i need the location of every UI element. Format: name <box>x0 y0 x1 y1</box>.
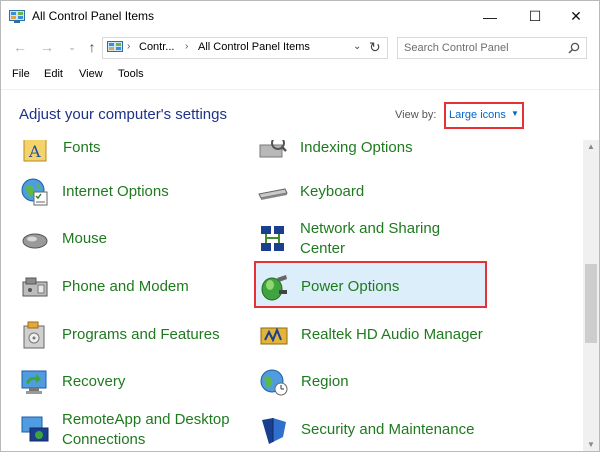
menu-file[interactable]: File <box>12 68 30 80</box>
view-by-label: View by: <box>395 109 437 121</box>
item-label[interactable]: Keyboard <box>300 182 364 202</box>
breadcrumb-separator[interactable]: › <box>127 41 130 52</box>
recent-locations-button[interactable]: ⌄ <box>63 38 81 56</box>
item-label[interactable]: Mouse <box>62 229 107 249</box>
breadcrumb-separator[interactable]: › <box>185 41 188 52</box>
window-title: All Control Panel Items <box>32 9 155 23</box>
breadcrumb-all-items[interactable]: All Control Panel Items <box>198 41 310 53</box>
back-button[interactable]: ← <box>11 38 29 56</box>
item-label[interactable]: Phone and Modem <box>62 277 189 297</box>
remoteapp-icon <box>21 416 49 442</box>
maximize-button[interactable]: ☐ <box>512 1 558 32</box>
search-box[interactable] <box>397 37 587 59</box>
scroll-up-arrow-icon[interactable]: ▲ <box>587 142 595 151</box>
address-dropdown-icon[interactable]: ⌄ <box>353 41 361 52</box>
network-icon <box>261 226 284 251</box>
item-label[interactable]: Region <box>301 372 349 392</box>
chevron-down-icon[interactable]: ▼ <box>511 109 519 118</box>
recovery-icon <box>21 370 47 394</box>
mouse-icon <box>22 233 48 249</box>
keyboard-icon <box>258 188 288 200</box>
item-label[interactable]: Recovery <box>62 372 125 392</box>
page-title: Adjust your computer's settings <box>19 106 227 123</box>
control-panel-icon <box>9 10 25 23</box>
indexing-icon <box>259 140 287 158</box>
menu-tools[interactable]: Tools <box>118 68 144 80</box>
item-label[interactable]: Power Options <box>301 277 399 297</box>
item-label[interactable]: Security and Maintenance <box>301 420 474 440</box>
phone-modem-icon <box>22 277 48 297</box>
breadcrumb-control-panel[interactable]: Contr... <box>139 41 174 53</box>
scroll-thumb[interactable] <box>585 264 597 343</box>
forward-button[interactable]: → <box>38 38 56 56</box>
view-by-dropdown[interactable]: Large icons ▼ <box>444 102 524 129</box>
region-icon <box>260 369 288 396</box>
search-input[interactable] <box>404 41 554 55</box>
item-label[interactable]: Programs and Features <box>62 325 220 345</box>
up-button[interactable]: ↑ <box>83 38 101 56</box>
item-label[interactable]: Realtek HD Audio Manager <box>301 325 483 345</box>
fonts-icon: A <box>23 140 47 162</box>
item-label[interactable]: Network and Sharing Center <box>300 219 470 259</box>
item-label[interactable]: Internet Options <box>62 182 169 202</box>
search-icon[interactable] <box>568 42 580 54</box>
security-icon <box>262 418 286 444</box>
minimize-button[interactable]: — <box>467 1 513 32</box>
view-by-value[interactable]: Large icons <box>449 109 506 121</box>
item-label[interactable]: Fonts <box>63 140 101 158</box>
item-label[interactable]: RemoteApp and Desktop Connections <box>62 410 232 450</box>
audio-icon <box>260 327 288 345</box>
power-options-icon <box>261 275 287 301</box>
address-bar[interactable]: › Contr... › All Control Panel Items ⌄ ↻ <box>102 37 388 59</box>
control-panel-items: A Fonts Indexing Options Internet Option <box>1 140 583 451</box>
close-button[interactable]: ✕ <box>553 1 599 32</box>
control-panel-icon <box>107 41 123 52</box>
internet-options-icon <box>21 178 48 206</box>
title-bar: All Control Panel Items — ☐ ✕ <box>1 1 599 32</box>
control-panel-window: All Control Panel Items — ☐ ✕ ← → ⌄ ↑ › … <box>0 0 600 452</box>
svg-text:A: A <box>28 142 41 161</box>
scroll-down-arrow-icon[interactable]: ▼ <box>587 440 595 449</box>
item-label[interactable]: Indexing Options <box>300 140 413 158</box>
vertical-scrollbar[interactable]: ▲ ▼ <box>583 140 599 451</box>
menu-edit[interactable]: Edit <box>44 68 63 80</box>
navigation-bar: ← → ⌄ ↑ › Contr... › All Control Panel I… <box>1 32 599 64</box>
menu-view[interactable]: View <box>79 68 103 80</box>
content-header: Adjust your computer's settings View by:… <box>1 89 599 139</box>
programs-icon <box>23 321 45 349</box>
menu-bar: File Edit View Tools <box>1 64 599 86</box>
refresh-icon[interactable]: ↻ <box>369 39 381 56</box>
